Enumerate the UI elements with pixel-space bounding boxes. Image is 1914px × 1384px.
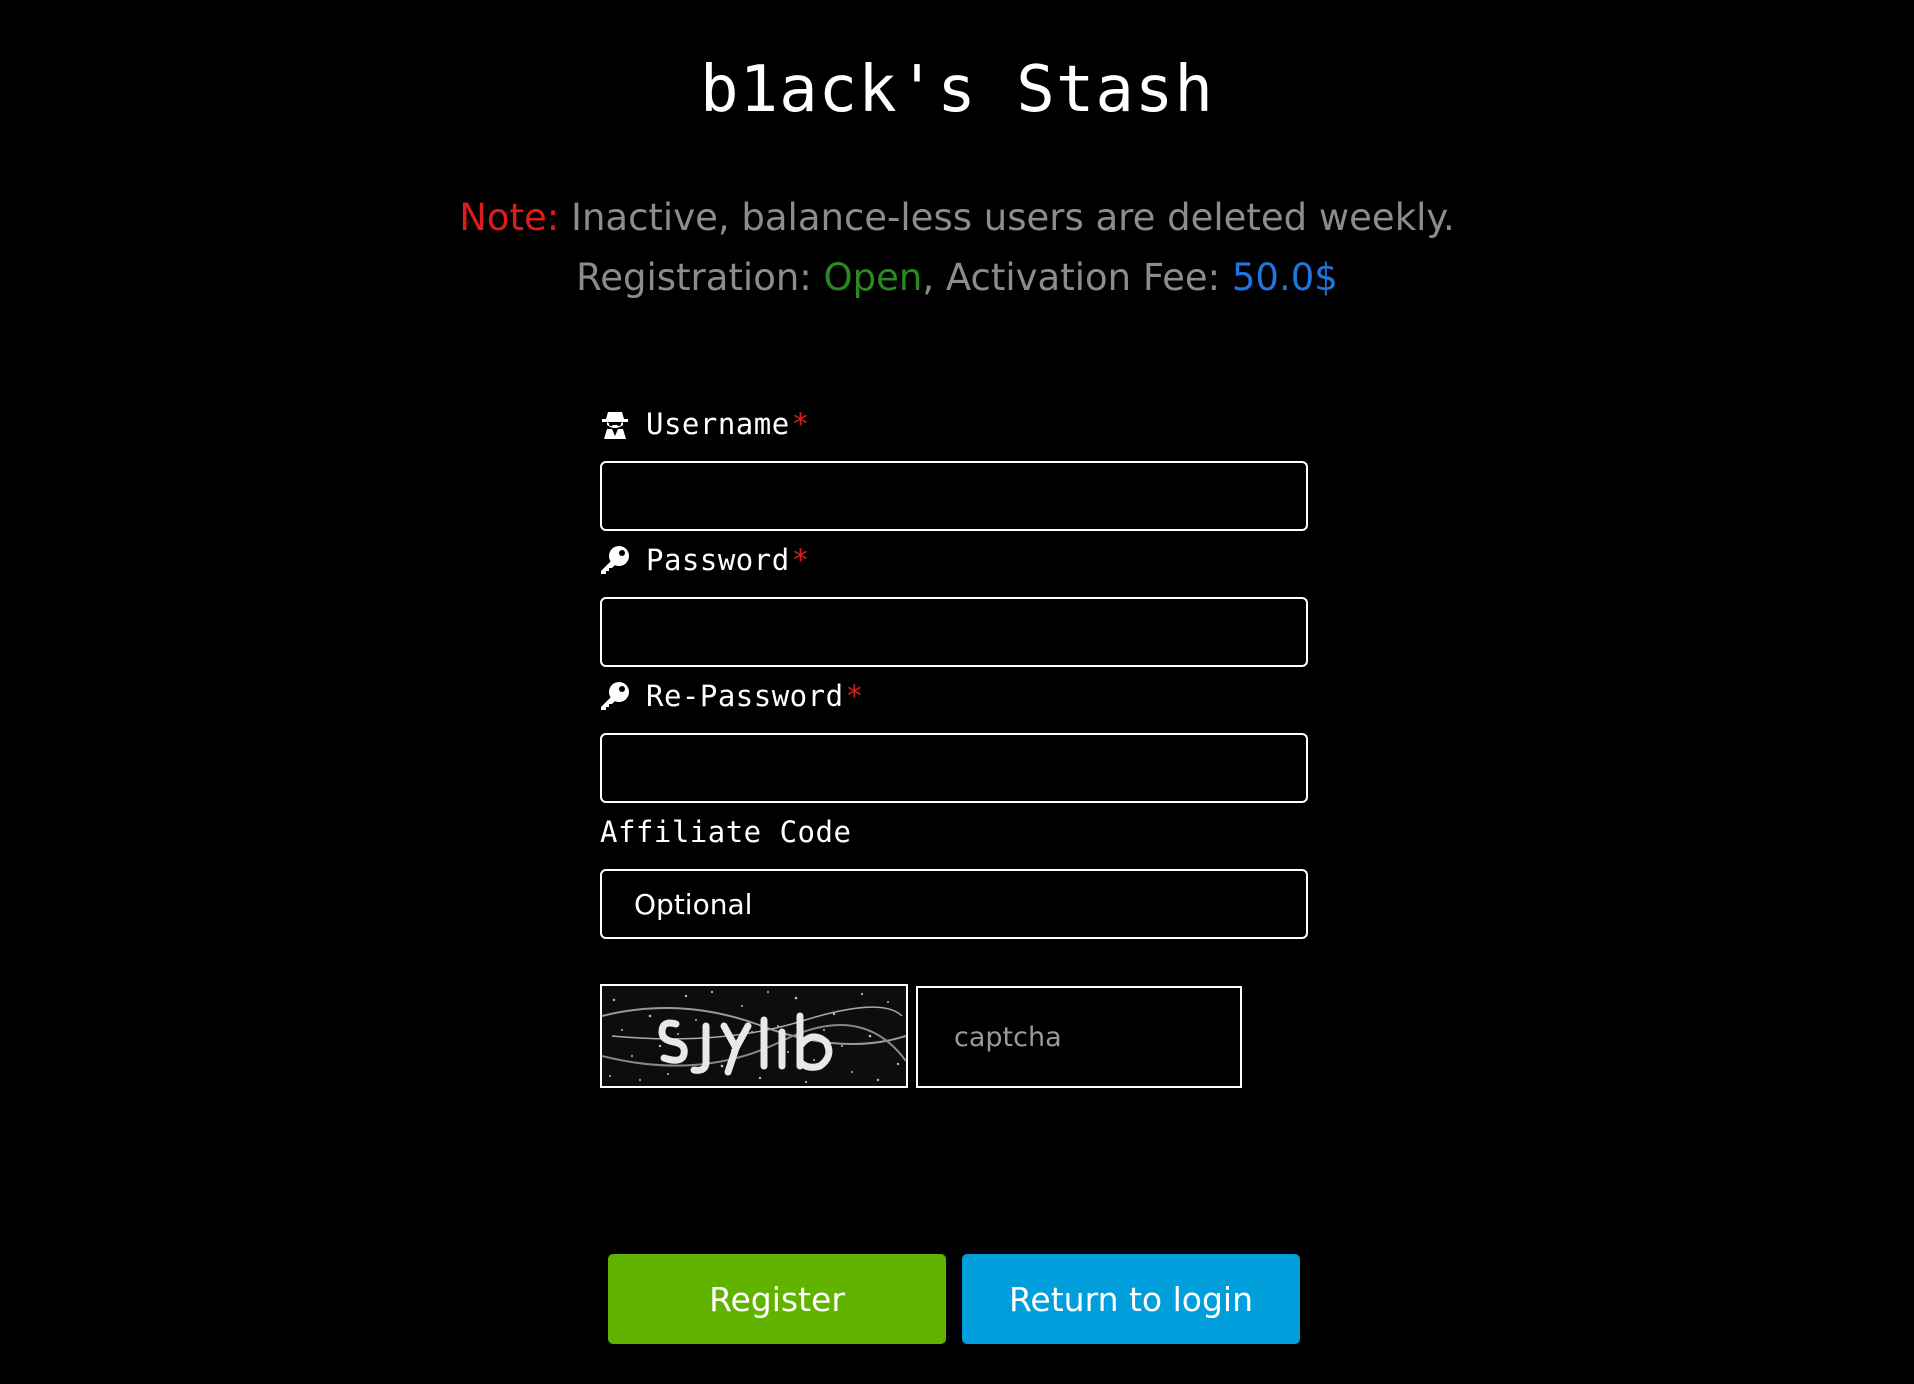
- repassword-label-text: Re-Password: [646, 679, 844, 713]
- captcha-input[interactable]: [916, 986, 1242, 1088]
- affiliate-label: Affiliate Code: [600, 812, 851, 852]
- key-icon: [600, 680, 630, 712]
- fee-label: , Activation Fee:: [922, 256, 1232, 299]
- repassword-input[interactable]: [600, 733, 1308, 803]
- site-title: b1ack's Stash: [700, 53, 1214, 127]
- username-label-text: Username: [646, 407, 790, 441]
- key-icon: [600, 544, 630, 576]
- username-required-mark: *: [791, 407, 810, 441]
- username-label: Username *: [600, 404, 810, 444]
- registration-status: Open: [823, 256, 923, 299]
- note-line: Note: Inactive, balance-less users are d…: [0, 195, 1914, 241]
- spy-icon: [600, 408, 630, 440]
- return-to-login-button[interactable]: Return to login: [962, 1254, 1300, 1344]
- password-label-text: Password: [646, 543, 790, 577]
- password-required-mark: *: [791, 543, 810, 577]
- captcha-image: [600, 984, 908, 1088]
- password-input[interactable]: [600, 597, 1308, 667]
- registration-label: Registration:: [576, 256, 824, 299]
- fee-value: 50.0$: [1231, 256, 1338, 299]
- repassword-required-mark: *: [845, 679, 864, 713]
- affiliate-input[interactable]: [600, 869, 1308, 939]
- affiliate-label-text: Affiliate Code: [600, 815, 852, 849]
- username-input[interactable]: [600, 461, 1308, 531]
- register-button[interactable]: Register: [608, 1254, 946, 1344]
- note-text: Inactive, balance-less users are deleted…: [559, 196, 1455, 239]
- password-label: Password *: [600, 540, 810, 580]
- repassword-label: Re-Password *: [600, 676, 864, 716]
- note-label: Note:: [459, 196, 560, 239]
- registration-line: Registration: Open, Activation Fee: 50.0…: [0, 255, 1914, 301]
